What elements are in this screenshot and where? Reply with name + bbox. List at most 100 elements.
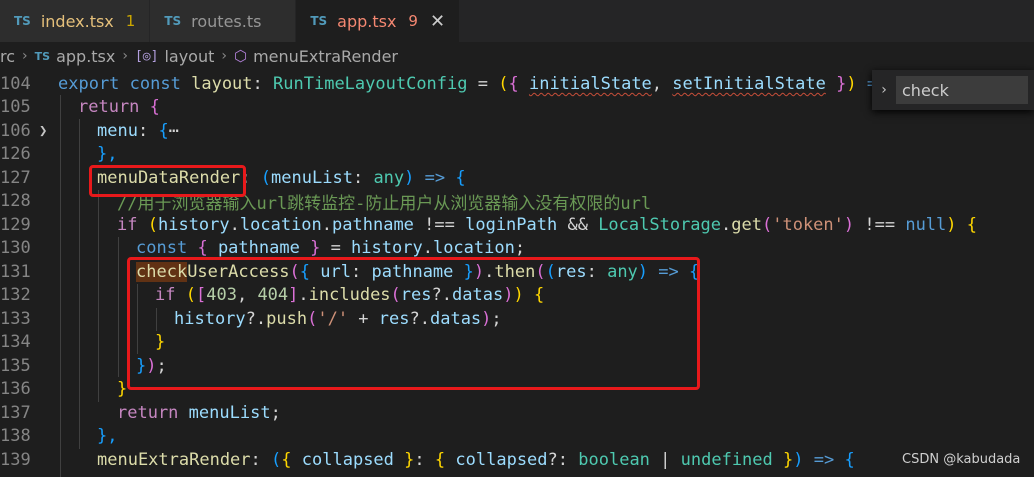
token: { xyxy=(281,449,292,470)
line-number: 138 xyxy=(0,426,31,447)
code-line: 138 }, xyxy=(0,425,1034,449)
token: } xyxy=(404,449,415,470)
token: } xyxy=(836,73,847,94)
token: ) xyxy=(946,214,957,235)
token: } xyxy=(310,238,321,259)
token: , xyxy=(651,73,663,94)
toggle-replace-chevron-icon[interactable]: › xyxy=(872,82,896,98)
tab-label: index.tsx xyxy=(40,11,114,31)
annotation-box-checkUserAccess xyxy=(127,257,700,390)
code-text: if (history.location.pathname !== loginP… xyxy=(117,215,977,235)
token: ; xyxy=(514,238,526,259)
code-line: 106 ❯ menu: {⋯ xyxy=(0,119,1034,143)
token: { xyxy=(197,238,208,259)
typescript-file-icon: TS xyxy=(164,14,182,28)
token: ( xyxy=(271,449,282,470)
code-text: const { pathname } = history.location; xyxy=(136,238,525,258)
token: = xyxy=(320,238,352,259)
token: ) xyxy=(846,73,857,94)
token: . xyxy=(321,214,333,235)
problem-count-badge: 9 xyxy=(408,12,418,30)
find-input[interactable] xyxy=(896,76,1028,104)
token: undefined xyxy=(680,449,773,470)
token: menuExtraRender xyxy=(97,449,251,470)
token: ?: xyxy=(547,449,569,470)
token: ; xyxy=(270,402,281,423)
token: initialState xyxy=(528,73,652,94)
chevron-right-icon: › xyxy=(122,48,128,64)
line-number: 135 xyxy=(0,355,31,376)
chevron-right-icon: › xyxy=(221,48,227,64)
token: return xyxy=(78,97,140,118)
token: setInitialState xyxy=(672,73,826,94)
tab-label: app.tsx xyxy=(337,11,397,31)
token: boolean xyxy=(578,449,650,470)
editor-tab-bar: TS index.tsx 1 TS routes.ts TS app.tsx 9… xyxy=(0,0,1034,42)
code-line: 139 menuExtraRender: ({ collapsed }: { c… xyxy=(0,448,1034,472)
token: : xyxy=(250,449,261,470)
code-text: return menuList; xyxy=(117,403,281,423)
token: : xyxy=(414,449,425,470)
line-number: 133 xyxy=(0,308,31,329)
tab-label: routes.ts xyxy=(191,11,262,31)
token: LocalStorage xyxy=(598,214,722,235)
token: { xyxy=(508,73,519,94)
breadcrumb-symbol-layout[interactable]: layout xyxy=(164,47,214,66)
token: { xyxy=(158,120,169,141)
token: pathname xyxy=(217,238,300,259)
token: { xyxy=(844,449,855,470)
tab-app-tsx[interactable]: TS app.tsx 9 ✕ xyxy=(296,0,461,42)
token: ( xyxy=(761,214,773,235)
token: const xyxy=(129,73,181,94)
token: ( xyxy=(147,214,158,235)
token: history xyxy=(351,238,423,259)
line-number: 128 xyxy=(0,191,31,212)
token: menuList xyxy=(271,167,353,188)
breadcrumb-symbol-menuExtraRender[interactable]: menuExtraRender xyxy=(253,47,398,66)
token: ) xyxy=(404,167,415,188)
close-icon[interactable]: ✕ xyxy=(430,11,445,32)
chevron-right-icon: › xyxy=(22,48,28,64)
breadcrumb-folder[interactable]: rc xyxy=(0,47,15,66)
line-number: 105 xyxy=(0,97,31,118)
token: history xyxy=(157,214,230,235)
token: 'token' xyxy=(772,214,844,235)
token: } xyxy=(783,449,794,470)
token: !== xyxy=(854,214,906,235)
token: | xyxy=(649,449,681,470)
token: RunTimeLayoutConfig xyxy=(273,73,468,94)
token: any xyxy=(373,167,405,188)
token: : xyxy=(252,73,263,94)
token: . xyxy=(229,214,240,235)
code-text: menu: {⋯ xyxy=(97,121,179,141)
token: : xyxy=(352,167,364,188)
token: => xyxy=(803,449,845,470)
token: ) xyxy=(843,214,855,235)
line-number: 126 xyxy=(0,144,31,165)
token: ( xyxy=(260,167,272,188)
line-number: 139 xyxy=(0,449,31,470)
folded-ellipsis[interactable]: ⋯ xyxy=(169,121,179,141)
token: layout xyxy=(191,73,253,94)
token: = xyxy=(467,73,499,94)
tab-routes-ts[interactable]: TS routes.ts xyxy=(150,0,297,42)
code-text: } xyxy=(117,379,128,400)
token: ( xyxy=(498,73,509,94)
token: menu xyxy=(97,120,138,141)
token: return xyxy=(117,402,179,423)
token: : xyxy=(137,120,149,141)
token: { xyxy=(966,214,978,235)
fold-chevron-right-icon[interactable]: ❯ xyxy=(39,123,47,139)
token: location xyxy=(432,238,515,259)
token: && xyxy=(557,214,599,235)
breadcrumb-file[interactable]: app.tsx xyxy=(56,47,115,66)
tab-index-tsx[interactable]: TS index.tsx 1 xyxy=(0,0,151,42)
token: { xyxy=(434,449,446,470)
token: collapsed xyxy=(455,449,548,470)
code-text: menuExtraRender: ({ collapsed }: { colla… xyxy=(97,450,855,470)
token: . xyxy=(422,238,433,259)
code-text: }, xyxy=(97,144,118,165)
token: => xyxy=(414,167,456,188)
typescript-file-icon: TS xyxy=(310,14,328,28)
token: !== xyxy=(413,214,466,235)
